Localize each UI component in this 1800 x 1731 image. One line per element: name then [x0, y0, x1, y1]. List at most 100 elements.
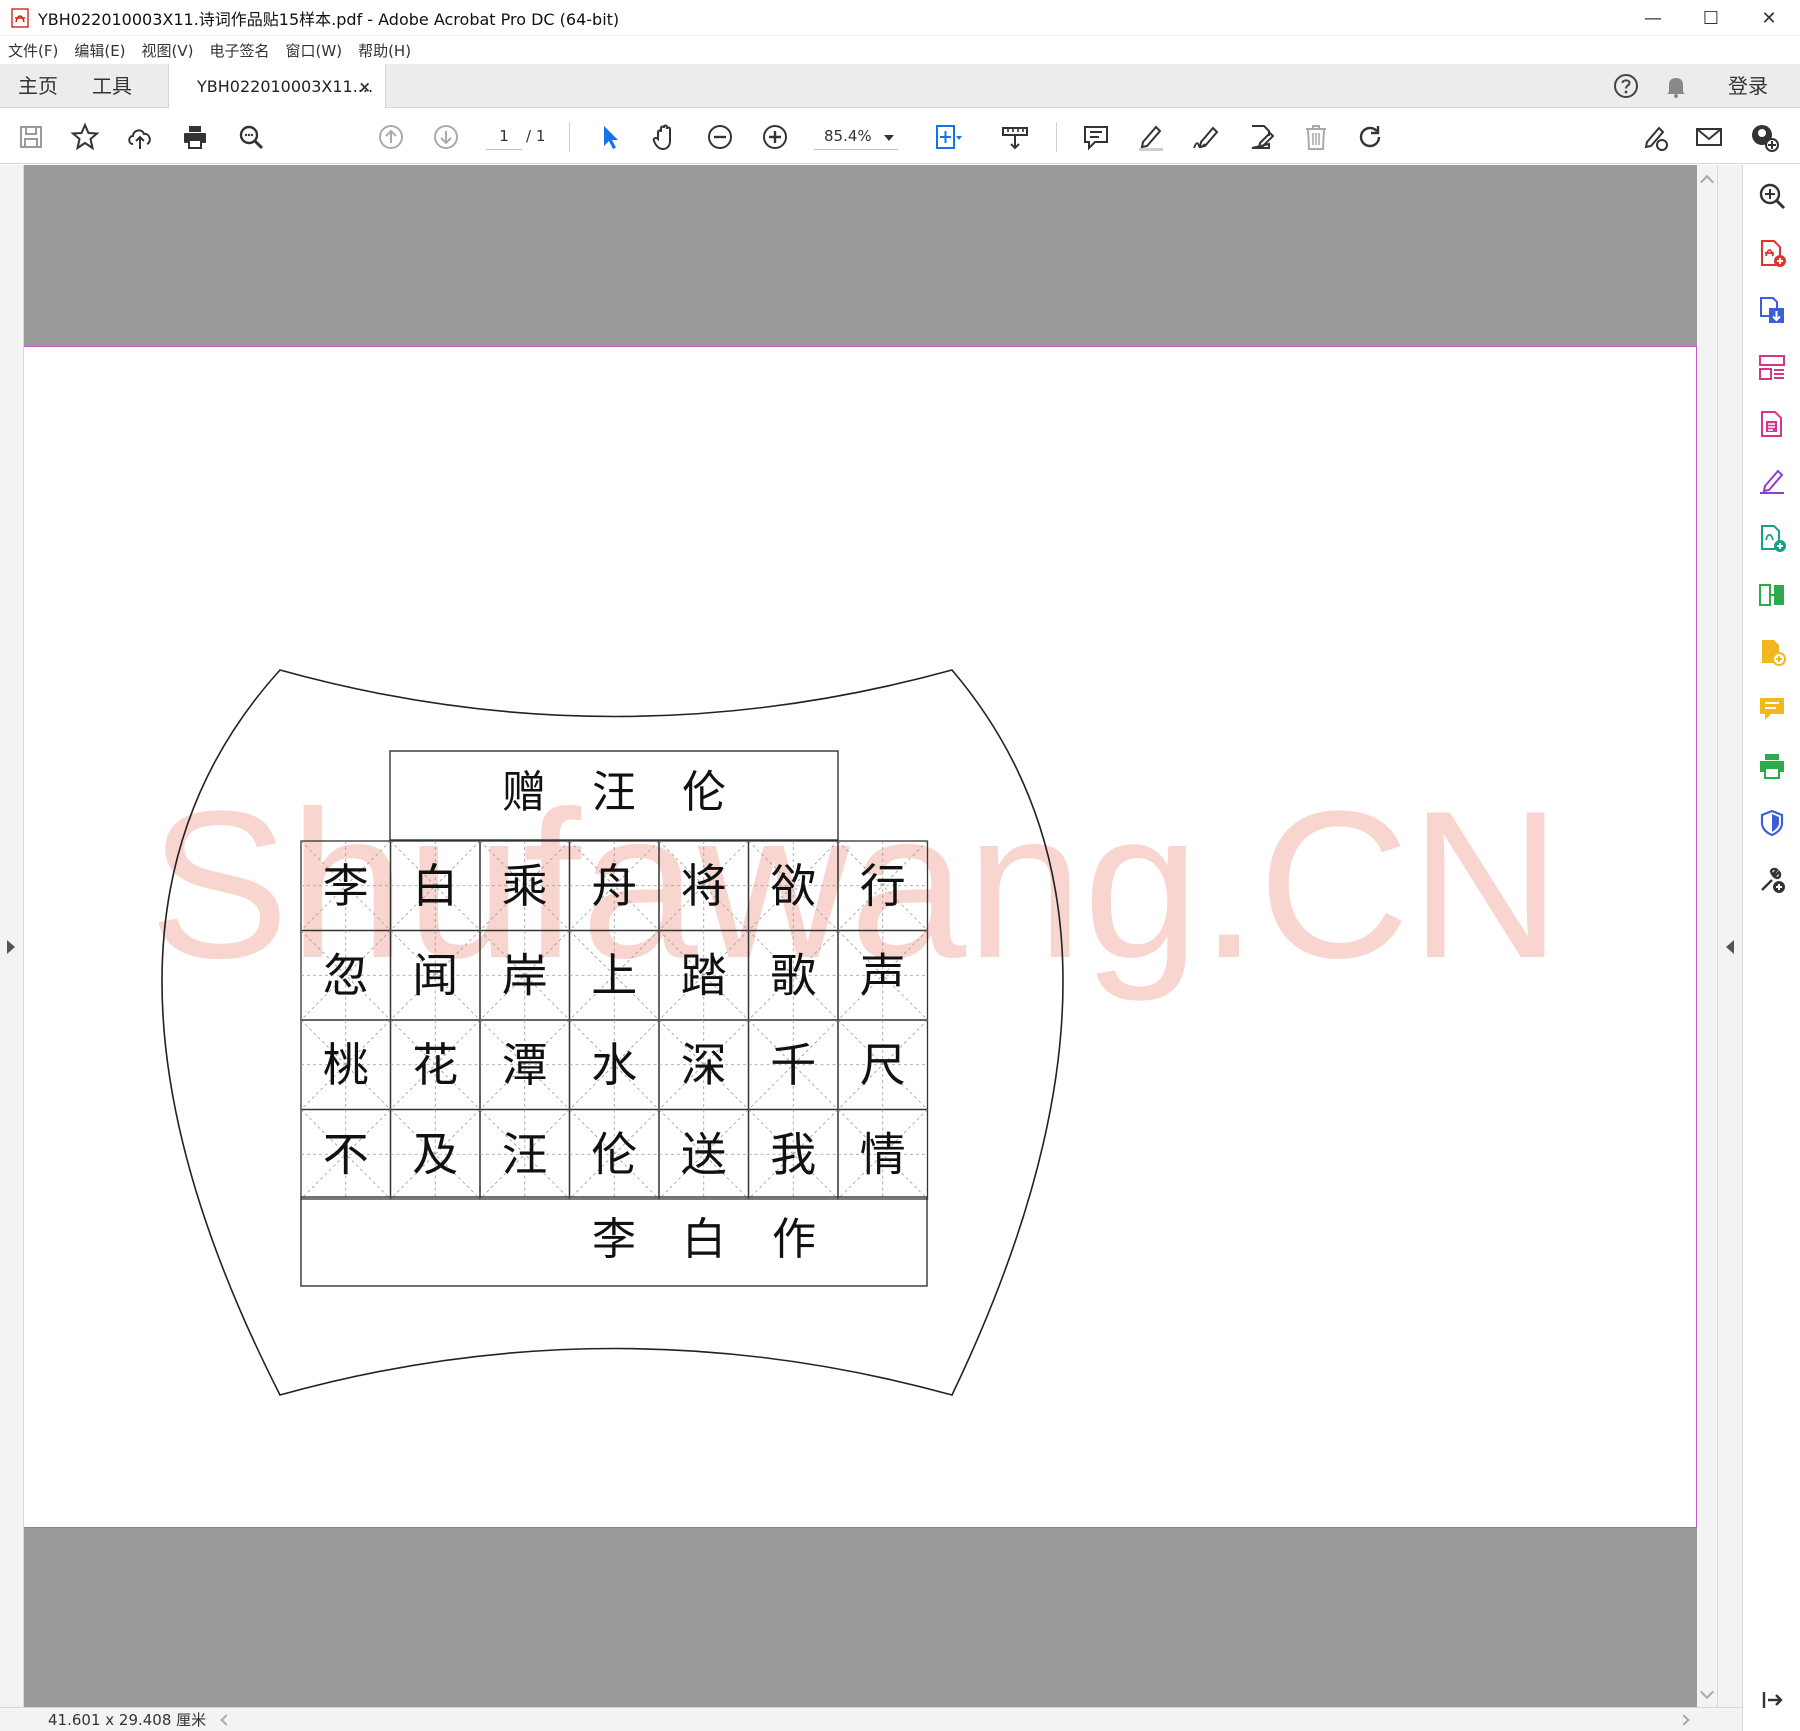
poem-char: 舟 [591, 859, 637, 913]
fill-sign-button[interactable] [1757, 466, 1787, 496]
add-user-button[interactable] [1747, 120, 1781, 154]
poem-char: 乘 [502, 859, 548, 913]
menu-file[interactable]: 文件(F) [8, 40, 58, 61]
sign-button[interactable] [1189, 120, 1223, 154]
organize-pages-button[interactable] [1757, 352, 1787, 382]
page-number-input[interactable]: 1 [486, 122, 522, 150]
poem-char: 欲 [770, 859, 816, 913]
enhance-scans-button[interactable] [1757, 181, 1787, 211]
bookmark-button[interactable] [68, 120, 102, 154]
menu-window[interactable]: 窗口(W) [286, 40, 343, 61]
more-tools-button[interactable] [1757, 865, 1787, 895]
edit-pdf-button[interactable] [1244, 120, 1278, 154]
highlight-button[interactable] [1134, 120, 1168, 154]
zoom-out-button[interactable] [703, 120, 737, 154]
protect-button[interactable] [1757, 808, 1787, 838]
save-icon [20, 126, 42, 148]
help-icon[interactable] [1612, 72, 1640, 100]
highlighter-icon [1139, 125, 1163, 151]
tab-tools[interactable]: 工具 [92, 64, 132, 108]
page-fit-button[interactable] [930, 120, 964, 154]
zoom-dropdown-caret-icon[interactable] [884, 135, 894, 141]
email-button[interactable] [1692, 120, 1726, 154]
collapse-tools-pane-button[interactable] [1757, 1685, 1787, 1715]
scroll-right-icon[interactable] [1678, 1714, 1690, 1726]
menu-help[interactable]: 帮助(H) [358, 40, 411, 61]
comment-button[interactable] [1079, 120, 1113, 154]
close-tab-button[interactable]: × [358, 78, 371, 96]
window-title: YBH022010003X11.诗词作品贴15样本.pdf - Adobe Ac… [38, 9, 620, 29]
poem-title: 赠 汪 伦 [502, 767, 726, 818]
select-tool-button[interactable] [593, 120, 627, 154]
mail-icon [1696, 128, 1722, 146]
scroll-left-icon[interactable] [220, 1714, 232, 1726]
poem-char: 闻 [412, 948, 458, 1002]
title-char: 赠 [502, 767, 546, 818]
scroll-down-icon[interactable] [1699, 1684, 1715, 1700]
page-total: / 1 [526, 127, 546, 145]
poem-char: 花 [412, 1038, 458, 1092]
print-production-button[interactable] [1757, 751, 1787, 781]
left-panel-toggle[interactable] [0, 165, 24, 1707]
organize-pages-icon [1759, 355, 1785, 380]
compare-files-button[interactable] [1757, 580, 1787, 610]
request-signature-button[interactable] [1637, 120, 1671, 154]
compare-files-icon [1759, 584, 1784, 606]
maximize-button[interactable]: ☐ [1682, 0, 1740, 36]
more-tools-icon [1761, 867, 1785, 893]
export-pdf-button[interactable] [1757, 295, 1787, 325]
tab-document[interactable]: YBH022010003X11.... × [168, 64, 386, 109]
pdf-page: Shufawang.CN 赠 汪 伦 李白乘舟将欲行忽闻岸上踏歌声桃花潭水深千尺… [24, 346, 1697, 1528]
edit-pdf-tool-button[interactable] [1757, 409, 1787, 439]
find-button[interactable] [234, 120, 268, 154]
trash-icon [1306, 125, 1326, 150]
status-bar: 41.601 x 29.408 厘米 [0, 1707, 1742, 1731]
exit-arrow-icon [1762, 1692, 1783, 1708]
combine-files-button[interactable] [1757, 523, 1787, 553]
create-pdf-plus-button[interactable] [1757, 637, 1787, 667]
tab-home[interactable]: 主页 [18, 64, 58, 108]
menu-e-signature[interactable]: 电子签名 [210, 40, 270, 61]
minimize-icon: — [1644, 7, 1662, 29]
comment-tool-button[interactable] [1757, 694, 1787, 724]
rotate-button[interactable] [1354, 120, 1388, 154]
scroll-mode-button[interactable] [998, 120, 1032, 154]
grid-cell: 汪 [479, 1108, 571, 1200]
next-page-button[interactable] [429, 120, 463, 154]
right-pane-toggle[interactable] [1717, 165, 1742, 1707]
poem-char: 白 [412, 859, 458, 913]
add-person-icon [1752, 125, 1779, 152]
upload-button[interactable] [123, 120, 157, 154]
close-window-button[interactable]: ✕ [1740, 0, 1798, 36]
minimize-button[interactable]: — [1624, 0, 1682, 36]
fill-sign-icon [1760, 469, 1784, 494]
sign-in-link[interactable]: 登录 [1728, 64, 1768, 108]
protect-icon [1760, 809, 1784, 837]
menu-view[interactable]: 视图(V) [142, 40, 194, 61]
title-bar: YBH022010003X11.诗词作品贴15样本.pdf - Adobe Ac… [0, 0, 1800, 36]
delete-button[interactable] [1299, 120, 1333, 154]
menu-edit[interactable]: 编辑(E) [74, 40, 125, 61]
tools-pane [1742, 165, 1800, 1731]
grid-cell: 及 [389, 1108, 481, 1200]
save-button[interactable] [14, 120, 48, 154]
poem-char: 水 [591, 1038, 637, 1092]
previous-page-button[interactable] [374, 120, 408, 154]
document-viewport[interactable]: Shufawang.CN 赠 汪 伦 李白乘舟将欲行忽闻岸上踏歌声桃花潭水深千尺… [0, 165, 1742, 1707]
zoom-in-icon [763, 125, 787, 149]
printer-icon [184, 126, 206, 149]
print-production-icon [1760, 754, 1784, 779]
zoom-in-button[interactable] [758, 120, 792, 154]
create-pdf-button[interactable] [1757, 238, 1787, 268]
notification-bell-icon[interactable] [1662, 72, 1690, 100]
poem-char: 忽 [323, 948, 369, 1002]
print-button[interactable] [178, 120, 212, 154]
scroll-up-icon[interactable] [1699, 174, 1715, 190]
maximize-icon: ☐ [1702, 7, 1720, 29]
poem-char: 踏 [681, 948, 727, 1002]
poem-char: 送 [681, 1127, 727, 1181]
vertical-scrollbar[interactable] [1697, 165, 1717, 1707]
grid-cell: 伦 [568, 1108, 660, 1200]
hand-tool-button[interactable] [648, 120, 682, 154]
toolbar: 1 / 1 85.4% [0, 108, 1800, 164]
